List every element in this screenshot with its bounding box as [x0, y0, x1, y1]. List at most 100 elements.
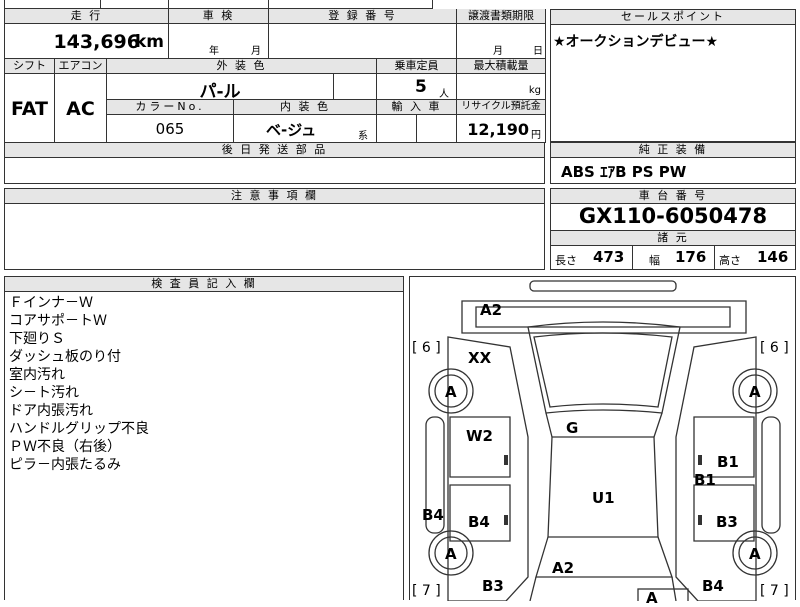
mark-left-rear-door: B4 — [468, 513, 490, 531]
exterior-header: 外 装 色 — [107, 59, 377, 74]
equipment-section: 純 正 装 備 ABS ｴｱB PS PW — [550, 142, 796, 184]
mark-right-pillar: B1 — [694, 471, 716, 489]
inspector-line: ハンドルグリップ不良 — [9, 421, 149, 437]
interior-cell: ベ-ジュ 系 — [234, 115, 377, 143]
later-parts-section: 後 日 発 送 部 品 — [4, 142, 545, 184]
hood-inner — [533, 332, 673, 408]
front-bumper-outline — [529, 280, 677, 292]
tire-depth-fr-value: 6 — [769, 340, 779, 356]
exterior-value: パ-ル — [199, 82, 241, 102]
recycle-unit: 円 — [531, 130, 541, 141]
inspector-header: 検 査 員 記 入 欄 — [5, 277, 403, 292]
interior-header: 内 装 色 — [234, 100, 377, 115]
mileage-value: 143,696 — [53, 31, 140, 53]
sales-point-text: ★オークションデビュー★ — [553, 34, 719, 50]
equipment-header: 純 正 装 備 — [551, 143, 795, 158]
width-value: 176 — [675, 248, 707, 266]
recycle-cell: 12,190 円 — [457, 115, 546, 143]
tire-depth-rr-value: 7 — [769, 583, 779, 599]
aircon-cell: AC — [55, 74, 107, 143]
right-sill — [761, 416, 781, 534]
color-no-value: 065 — [155, 120, 185, 138]
inspector-lines: Ｆインナ－Ｗ コアサポ－トＷ 下廻りＳ ダッシュ板のり付 室内汚れ シ－ト汚れ … — [9, 294, 149, 474]
chassis-value: GX110-6050478 — [578, 204, 768, 228]
mileage-unit: km — [134, 32, 164, 52]
mark-right-quarter: B4 — [702, 577, 724, 595]
handle-lr — [504, 515, 508, 525]
dims-header: 諸 元 — [551, 230, 795, 246]
sales-point-section: セールスポイント ★オークションデビュー★ — [550, 9, 796, 142]
length-value: 473 — [593, 248, 625, 266]
notes-header: 注 意 事 項 欄 — [5, 189, 544, 204]
interior-value: ベ-ジュ — [266, 121, 317, 139]
shift-header: シフト — [5, 59, 55, 74]
right-side-outline — [675, 336, 757, 601]
mark-wheel-fl: A — [445, 383, 457, 401]
inspector-line: Ｆインナ－Ｗ — [9, 295, 93, 311]
mark-left-sill: B4 — [422, 506, 444, 524]
tire-depth-rl-value: 7 — [421, 583, 431, 599]
load-unit: kg — [528, 85, 541, 96]
mark-wheel-rl: A — [445, 545, 457, 563]
inspector-section: 検 査 員 記 入 欄 Ｆインナ－Ｗ コアサポ－トＷ 下廻りＳ ダッシュ板のり付… — [4, 276, 404, 600]
windshield-pillars — [545, 412, 663, 438]
front-panel-outline — [461, 300, 747, 334]
tire-depth-fr: [ 6 ] — [760, 340, 789, 356]
dims-width: 幅 176 — [633, 245, 715, 269]
tire-depth-fl-value: 6 — [421, 340, 431, 356]
year-unit: 年 — [209, 46, 219, 57]
length-label: 長さ — [555, 254, 577, 267]
height-label: 高さ — [719, 254, 741, 267]
aircon-header: エアコン — [55, 59, 107, 74]
mark-left-quarter: B3 — [482, 577, 504, 595]
import-cell-a — [377, 115, 417, 143]
tire-depth-rr: [ 7 ] — [760, 583, 789, 599]
left-side-outline — [447, 336, 529, 601]
sales-point-header: セールスポイント — [551, 10, 795, 25]
transfer-day: 日 — [533, 46, 543, 57]
inspector-line: 下廻りＳ — [9, 331, 65, 347]
registration-header: 登 録 番 号 — [269, 9, 457, 24]
dims-length: 長さ 473 — [551, 245, 633, 269]
capacity-unit: 人 — [439, 89, 449, 100]
capacity-header: 乗車定員 — [377, 59, 457, 74]
left-front-door — [449, 416, 511, 478]
color-no-cell: 065 — [107, 115, 234, 143]
import-header: 輸 入 車 — [377, 100, 457, 115]
inspector-line: ドア内張汚れ — [9, 403, 93, 419]
inspector-line: ダッシュ板のり付 — [9, 349, 121, 365]
dims-height: 高さ 146 — [715, 245, 795, 269]
mileage-header: 走 行 — [5, 9, 169, 24]
mark-left-front-door: W2 — [466, 427, 493, 445]
inspection-cell: 年 月 — [169, 24, 269, 59]
mileage-cell: 143,696 km — [5, 24, 169, 59]
transfer-month: 月 — [493, 46, 503, 57]
aircon-value: AC — [66, 98, 95, 120]
mark-right-front-door: B1 — [717, 453, 739, 471]
inspector-line: 室内汚れ — [9, 367, 65, 383]
vehicle-info-grid: 走 行 車 検 登 録 番 号 譲渡書類期限 143,696 km 年 月 月 … — [4, 0, 546, 143]
later-parts-header: 後 日 発 送 部 品 — [5, 143, 544, 158]
month-unit: 月 — [251, 46, 261, 57]
mark-wheel-rr: A — [749, 545, 761, 563]
inspector-line: ピラ－内張たるみ — [9, 457, 121, 473]
notes-section: 注 意 事 項 欄 — [4, 188, 545, 270]
import-cell-b — [417, 115, 457, 143]
dims-row: 長さ 473 幅 176 高さ 146 — [551, 245, 795, 269]
exterior-cell: パ-ル — [107, 74, 334, 102]
mark-roof: U1 — [592, 489, 615, 507]
transfer-header: 譲渡書類期限 — [457, 9, 546, 24]
exterior-extra-cell — [334, 74, 377, 100]
inspection-header: 車 検 — [169, 9, 269, 24]
equipment-value: ABS ｴｱB PS PW — [561, 163, 687, 181]
height-value: 146 — [757, 248, 789, 266]
inspector-line: ＰＷ不良（右後） — [9, 439, 121, 455]
grille-outline — [475, 306, 731, 328]
mark-windshield: G — [566, 419, 579, 437]
recycle-header: リサイクル預託金 — [457, 100, 546, 115]
chassis-header: 車 台 番 号 — [551, 189, 795, 204]
roof-outline — [547, 436, 659, 538]
mark-left-fender: XX — [468, 349, 492, 367]
mark-right-rear-door: B3 — [716, 513, 738, 531]
recycle-value: 12,190 — [467, 120, 529, 139]
